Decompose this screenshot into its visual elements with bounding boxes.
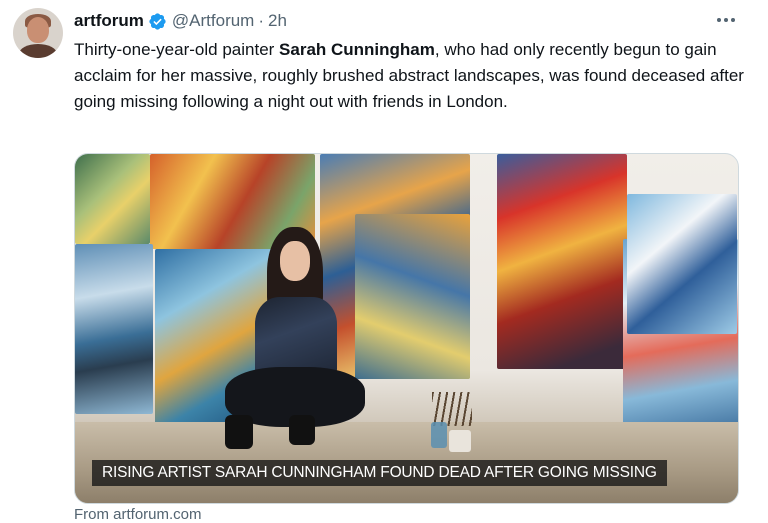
more-options-icon[interactable] [712,10,740,30]
painting [75,244,153,414]
tweet-text-start: Thirty-one-year-old painter [74,40,280,59]
tweet-text: Thirty-one-year-old painter Sarah Cunnin… [74,37,744,115]
paint-jar [431,422,447,448]
tweet-image[interactable]: RISING ARTIST SARAH CUNNINGHAM FOUND DEA… [74,153,739,504]
timestamp[interactable]: 2h [268,11,287,31]
figure-boot [289,415,315,445]
painting [627,194,737,334]
separator: · [258,11,265,30]
dot [724,18,728,22]
tweet-header: artforum @Artforum · 2h [74,10,287,32]
avatar-face [27,17,49,43]
painting [497,154,627,369]
painting [75,154,150,244]
dot [731,18,735,22]
artist-figure [225,227,365,457]
dot [717,18,721,22]
avatar-body [19,44,57,58]
verified-badge-icon [148,12,167,31]
painting [355,214,470,379]
figure-face [280,241,310,281]
link-source[interactable]: From artforum.com [74,506,202,523]
image-caption: RISING ARTIST SARAH CUNNINGHAM FOUND DEA… [92,460,667,486]
brushes [432,392,472,426]
paint-jar [449,430,471,452]
author-handle[interactable]: @Artforum [172,11,254,31]
tweet-text-bold: Sarah Cunningham [279,40,435,59]
author-name[interactable]: artforum [74,11,144,31]
figure-boot [225,415,253,449]
avatar[interactable] [13,8,63,58]
